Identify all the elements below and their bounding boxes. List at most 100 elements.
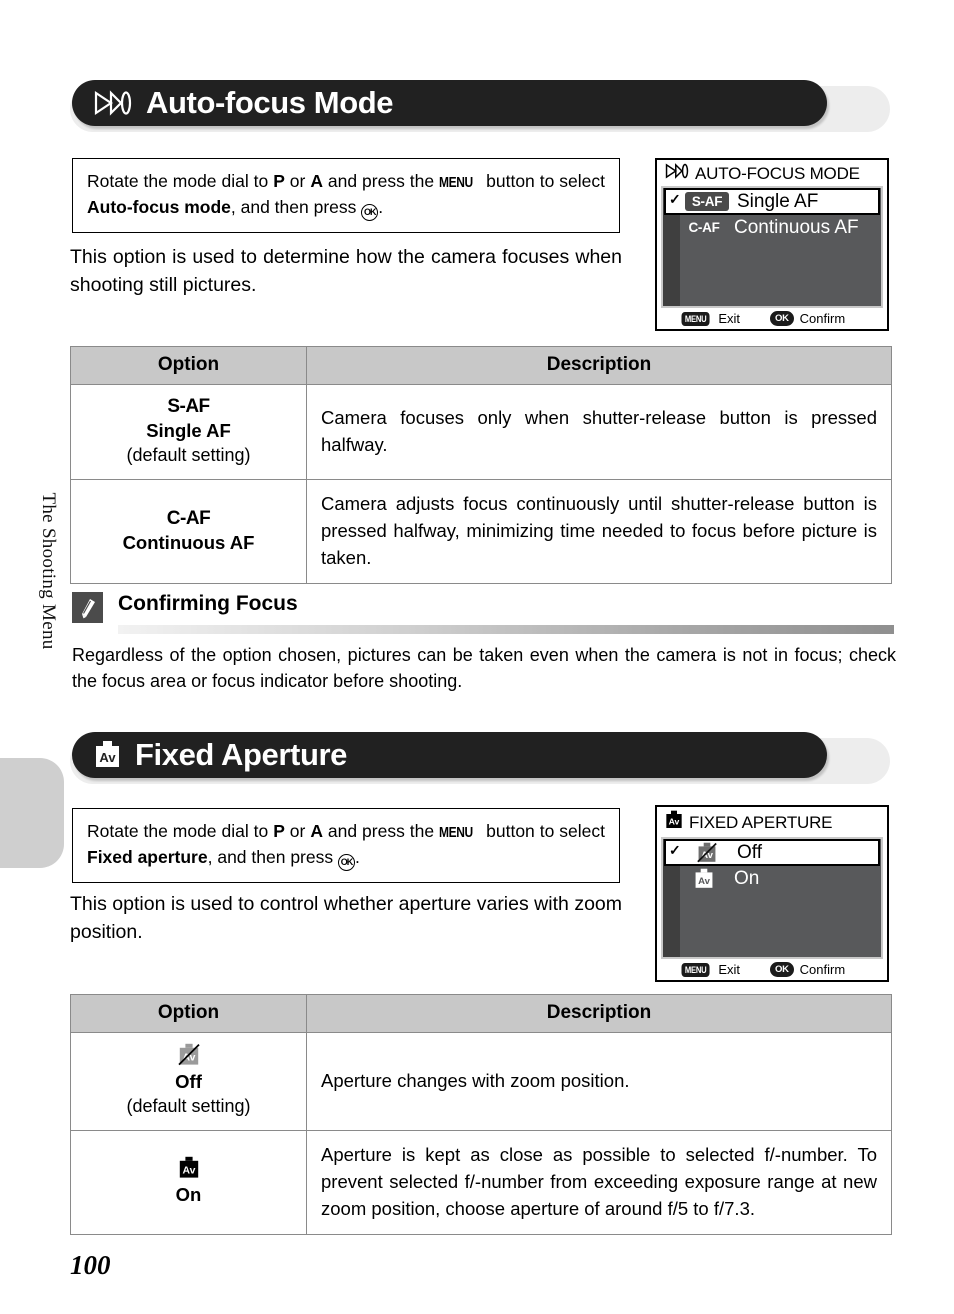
checkmark-icon: ✓ (669, 191, 681, 207)
ok-button-glyph: OK (337, 854, 355, 871)
lcd-item-label: Off (737, 842, 762, 863)
option-cell-single-af: S-AF Single AF (default setting) (70, 384, 307, 480)
table-row: C-AF Continuous AF Camera adjusts focus … (70, 479, 892, 584)
table-header-description: Description (306, 346, 892, 385)
note-divider (118, 625, 894, 634)
section-header-bar: Av Fixed Aperture (72, 732, 827, 778)
av-icon: Av (77, 1156, 300, 1180)
instr-text-4: button to select (481, 821, 605, 841)
menu-button-glyph: MENU (439, 824, 473, 841)
intro-paragraph-auto-focus: This option is used to determine how the… (70, 246, 622, 296)
table-header-description: Description (306, 994, 892, 1033)
instr-text-2: or (284, 171, 311, 191)
lcd-confirm-label: Confirm (799, 311, 846, 326)
svg-text:Av: Av (698, 876, 711, 887)
af-arrow-icon (94, 90, 132, 116)
lcd-item-label: Single AF (737, 191, 819, 212)
option-name: On (175, 1184, 202, 1205)
description-cell: Camera adjusts focus continuously until … (306, 479, 892, 584)
av-icon: Av (682, 868, 726, 890)
instr-text-1: Rotate the mode dial to (87, 171, 274, 191)
option-name: Off (175, 1071, 202, 1092)
instr-bold-a: A (310, 821, 323, 841)
lcd-screen: ✓ Av Off Av On (661, 837, 883, 959)
lcd-chip-c-af: C-AF (688, 220, 720, 235)
page-number: 100 (70, 1250, 111, 1280)
ok-badge-icon[interactable]: OK (769, 311, 794, 326)
ok-badge-icon[interactable]: OK (769, 962, 794, 977)
note-body: Regardless of the option chosen, picture… (72, 645, 896, 691)
menu-badge-icon[interactable]: MENU (681, 311, 710, 326)
instr-bold-a: A (310, 171, 323, 191)
instr-bold-option: Fixed aperture (87, 847, 208, 867)
lcd-item-label: Continuous AF (734, 217, 859, 238)
menu-button-glyph: MENU (439, 174, 473, 191)
option-code: C-AF (166, 507, 211, 529)
option-default-note: (default setting) (126, 445, 251, 465)
description-cell: Aperture changes with zoom position. (306, 1032, 892, 1131)
intro-paragraph-fixed-aperture: This option is used to control whether a… (70, 893, 622, 943)
option-name: Continuous AF (122, 531, 255, 553)
section-header-bar: Auto-focus Mode (72, 80, 827, 126)
note-title: Confirming Focus (118, 592, 298, 615)
lcd-title-row: AUTO-FOCUS MODE (657, 160, 887, 186)
table-header-row: Option Description (70, 994, 892, 1033)
table-row: Av On Aperture is kept as close as possi… (70, 1130, 892, 1235)
chapter-thumb-tab (0, 758, 64, 868)
options-table-auto-focus: Option Description S-AF Single AF (defau… (70, 346, 892, 584)
lcd-exit-label: Exit (718, 311, 740, 326)
table-header-row: Option Description (70, 346, 892, 385)
instr-text-5: , and then press (207, 847, 338, 867)
description-cell: Camera focuses only when shutter-release… (306, 384, 892, 480)
svg-text:Av: Av (182, 1166, 195, 1177)
section-title: Auto-focus Mode (146, 85, 394, 120)
instr-text-3: and press the (322, 821, 440, 841)
svg-text:Av: Av (99, 750, 116, 765)
lcd-chip-s-af: S-AF (685, 192, 729, 211)
instr-text-5: , and then press (230, 197, 362, 217)
checkmark-icon: ✓ (669, 842, 681, 858)
lcd-footer: MENU Exit OK Confirm (657, 959, 887, 980)
af-arrow-icon (665, 163, 689, 184)
av-off-icon: Av (685, 842, 729, 864)
instruction-box-auto-focus: Rotate the mode dial to P or A and press… (72, 158, 620, 233)
instr-bold-p: P (273, 171, 285, 191)
instr-text-4: button to select (481, 171, 605, 191)
pencil-icon (72, 592, 103, 623)
instruction-box-fixed-aperture: Rotate the mode dial to P or A and press… (72, 808, 620, 883)
lcd-menu-item-on[interactable]: Av On (663, 866, 881, 891)
lcd-fixed-aperture: Av FIXED APERTURE ✓ Av Off Av On MENU Ex… (655, 805, 889, 982)
table-row: S-AF Single AF (default setting) Camera … (70, 384, 892, 480)
lcd-auto-focus-mode: AUTO-FOCUS MODE ✓ S-AF Single AF C-AF Co… (655, 158, 889, 331)
lcd-screen: ✓ S-AF Single AF C-AF Continuous AF (661, 186, 883, 308)
ok-button-glyph: OK (361, 204, 379, 221)
option-name: Single AF (146, 420, 231, 441)
lcd-menu-item-off[interactable]: ✓ Av Off (664, 839, 880, 866)
svg-text:Av: Av (669, 817, 680, 827)
lcd-title-text: AUTO-FOCUS MODE (695, 163, 860, 183)
lcd-footer: MENU Exit OK Confirm (657, 308, 887, 329)
description-cell: Aperture is kept as close as possible to… (306, 1130, 892, 1235)
instr-text-3: and press the (322, 171, 440, 191)
table-row: Av Off (default setting) Aperture change… (70, 1032, 892, 1131)
lcd-item-label: On (734, 868, 760, 889)
option-cell-off: Av Off (default setting) (70, 1032, 307, 1131)
av-off-icon: Av (77, 1043, 300, 1067)
option-cell-on: Av On (70, 1130, 307, 1235)
av-icon: Av (665, 810, 683, 835)
lcd-menu-item-single-af[interactable]: ✓ S-AF Single AF (664, 188, 880, 215)
instr-text-6: . (354, 847, 360, 867)
instr-text-6: . (378, 197, 384, 217)
lcd-title-text: FIXED APERTURE (689, 812, 833, 832)
lcd-menu-item-continuous-af[interactable]: C-AF Continuous AF (663, 215, 881, 240)
instr-text-1: Rotate the mode dial to (87, 821, 274, 841)
chapter-label: The Shooting Menu (38, 492, 59, 650)
lcd-title-row: Av FIXED APERTURE (657, 807, 887, 837)
note-confirming-focus: Confirming Focus Regardless of the optio… (72, 592, 896, 702)
instr-bold-p: P (273, 821, 285, 841)
instr-text-2: or (284, 821, 311, 841)
menu-badge-icon[interactable]: MENU (681, 962, 710, 977)
lcd-exit-label: Exit (718, 962, 740, 977)
options-table-fixed-aperture: Option Description Av Off (default setti… (70, 994, 892, 1235)
table-header-option: Option (70, 994, 307, 1033)
